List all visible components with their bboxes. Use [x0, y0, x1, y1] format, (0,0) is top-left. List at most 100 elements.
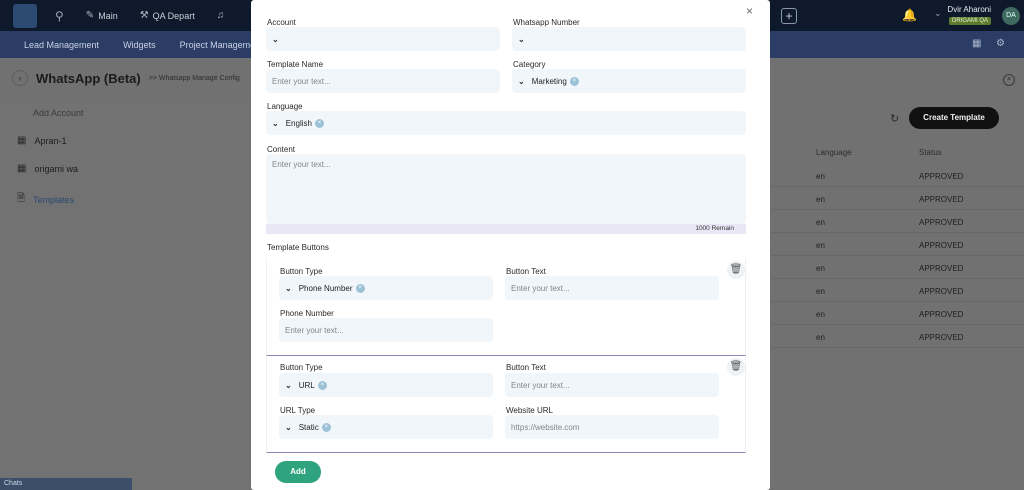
chevron-down-icon[interactable]: ⌄ [934, 8, 942, 19]
whatsapp-number-select[interactable]: ⌄ [512, 27, 746, 51]
button-type-value: URL [298, 380, 315, 390]
grid-icon: ▦ [17, 163, 27, 174]
button-type-select[interactable]: ⌄ URL × [279, 373, 493, 397]
status-cell: APPROVED [919, 195, 964, 204]
language-cell: en [816, 310, 825, 319]
status-cell: APPROVED [919, 333, 964, 342]
chats-tab[interactable]: Chats [0, 478, 132, 490]
trash-icon[interactable]: 🗑 [727, 261, 745, 279]
website-url-label: Website URL [506, 406, 553, 415]
template-buttons-label: Template Buttons [267, 243, 329, 252]
trash-icon[interactable]: 🗑 [727, 358, 745, 376]
nav-item-widgets[interactable]: Widgets [123, 40, 156, 50]
settings-icon[interactable]: ⚙ [996, 38, 1005, 49]
sidebar-item-label: Apran-1 [34, 135, 67, 146]
chevron-down-icon: ⌄ [285, 422, 292, 432]
chevron-down-icon: ⌄ [272, 118, 279, 128]
status-cell: APPROVED [919, 264, 964, 273]
close-icon[interactable]: × [1003, 74, 1015, 86]
button-text-input[interactable]: Enter your text... [505, 276, 719, 300]
account-select[interactable]: ⌄ [266, 27, 500, 51]
remove-icon[interactable]: × [314, 118, 324, 128]
create-template-modal: × Account ⌄ Whatsapp Number ⌄ Template N… [251, 0, 770, 490]
close-modal-icon[interactable]: × [746, 4, 753, 18]
table-row[interactable]: en APPROVED [771, 256, 1024, 279]
content-textarea[interactable]: Enter your text... [266, 154, 746, 224]
language-label: Language [267, 102, 303, 111]
sidebar-item-label: origami wa [34, 163, 78, 174]
language-select[interactable]: ⌄ English × [266, 111, 746, 135]
content-remaining: 1000 Remain [266, 224, 746, 234]
image-icon[interactable]: ▦ [972, 38, 981, 49]
column-header-status: Status [919, 148, 942, 157]
topbar-item-music[interactable]: ♫ [217, 10, 225, 21]
remove-icon[interactable]: × [321, 422, 331, 432]
language-cell: en [816, 195, 825, 204]
sidebar-item-apran-1[interactable]: ▦ Apran-1 [17, 135, 66, 146]
content-label: Content [267, 145, 296, 154]
refresh-icon[interactable]: ↻ [890, 112, 899, 125]
template-name-input[interactable]: Enter your text... [266, 69, 500, 93]
create-template-button[interactable]: Create Template [909, 107, 999, 129]
url-type-select[interactable]: ⌄ Static × [279, 415, 493, 439]
content-placeholder: Enter your text... [272, 160, 331, 169]
sidebar-item-templates[interactable]: 🗎 Templates [17, 191, 74, 208]
url-type-label: URL Type [280, 406, 316, 415]
template-name-placeholder: Enter your text... [272, 76, 331, 86]
category-label: Category [513, 60, 546, 69]
nav-item-lead-management[interactable]: Lead Management [24, 40, 99, 50]
table-row[interactable]: en APPROVED [771, 187, 1024, 210]
topbar-item-main[interactable]: ✎ Main [86, 10, 118, 21]
sidebar-item-label: Templates [33, 194, 75, 205]
template-button-card: Button Type ⌄ Phone Number × Button Text… [266, 258, 746, 356]
category-value: Marketing [531, 76, 567, 86]
avatar[interactable]: DA [1002, 7, 1020, 25]
hammer-icon: ⚒ [139, 10, 149, 21]
bell-icon[interactable]: 🔔 [902, 8, 917, 22]
page-title: WhatsApp (Beta) [36, 70, 141, 86]
language-cell: en [816, 172, 825, 181]
language-cell: en [816, 264, 825, 273]
chevron-down-icon: ⌄ [518, 34, 525, 44]
user-badge: ORIGAMI QA [948, 17, 991, 25]
app-logo[interactable] [13, 3, 37, 28]
button-type-value: Phone Number [298, 283, 353, 293]
button-type-label: Button Type [280, 267, 323, 276]
music-note-icon: ♫ [216, 10, 225, 21]
table-row[interactable]: en APPROVED [771, 279, 1024, 302]
phone-number-input[interactable]: Enter your text... [279, 318, 493, 342]
back-icon[interactable]: ‹ [12, 70, 28, 86]
button-text-placeholder: Enter your text... [511, 380, 570, 390]
remove-icon[interactable]: × [569, 76, 579, 86]
page-header: ‹ WhatsApp (Beta) >> Whatsapp Manage Con… [12, 70, 240, 86]
add-button[interactable]: Add [275, 461, 321, 483]
remove-icon[interactable]: × [317, 380, 327, 390]
status-cell: APPROVED [919, 218, 964, 227]
table-row[interactable]: en APPROVED [771, 164, 1024, 187]
template-button-card: Button Type ⌄ URL × Button Text Enter yo… [266, 356, 746, 453]
button-text-input[interactable]: Enter your text... [505, 373, 719, 397]
user-info[interactable]: Dvir Aharoni ORIGAMI QA [945, 5, 991, 25]
topbar-item-label: Main [98, 10, 118, 21]
status-cell: APPROVED [919, 310, 964, 319]
topbar-item-qa-depart[interactable]: ⚒ QA Depart [140, 10, 195, 21]
table-row[interactable]: en APPROVED [771, 210, 1024, 233]
add-icon[interactable]: + [781, 8, 797, 24]
chevron-down-icon: ⌄ [285, 283, 292, 293]
add-account-button[interactable]: Add Account [33, 108, 84, 118]
language-cell: en [816, 333, 825, 342]
table-row[interactable]: en APPROVED [771, 325, 1024, 348]
website-url-input[interactable]: https://website.com [505, 415, 719, 439]
status-cell: APPROVED [919, 172, 964, 181]
website-url-placeholder: https://website.com [511, 422, 580, 432]
chevron-down-icon: ⌄ [285, 380, 292, 390]
search-icon[interactable]: ⚲ [55, 9, 64, 23]
button-type-select[interactable]: ⌄ Phone Number × [279, 276, 493, 300]
table-row[interactable]: en APPROVED [771, 233, 1024, 256]
document-icon: 🗎 [17, 193, 26, 204]
sidebar-item-origami-wa[interactable]: ▦ origami wa [17, 163, 78, 174]
category-select[interactable]: ⌄ Marketing × [512, 69, 746, 93]
table-row[interactable]: en APPROVED [771, 302, 1024, 325]
pencil-icon: ✎ [85, 10, 95, 21]
remove-icon[interactable]: × [355, 283, 365, 293]
